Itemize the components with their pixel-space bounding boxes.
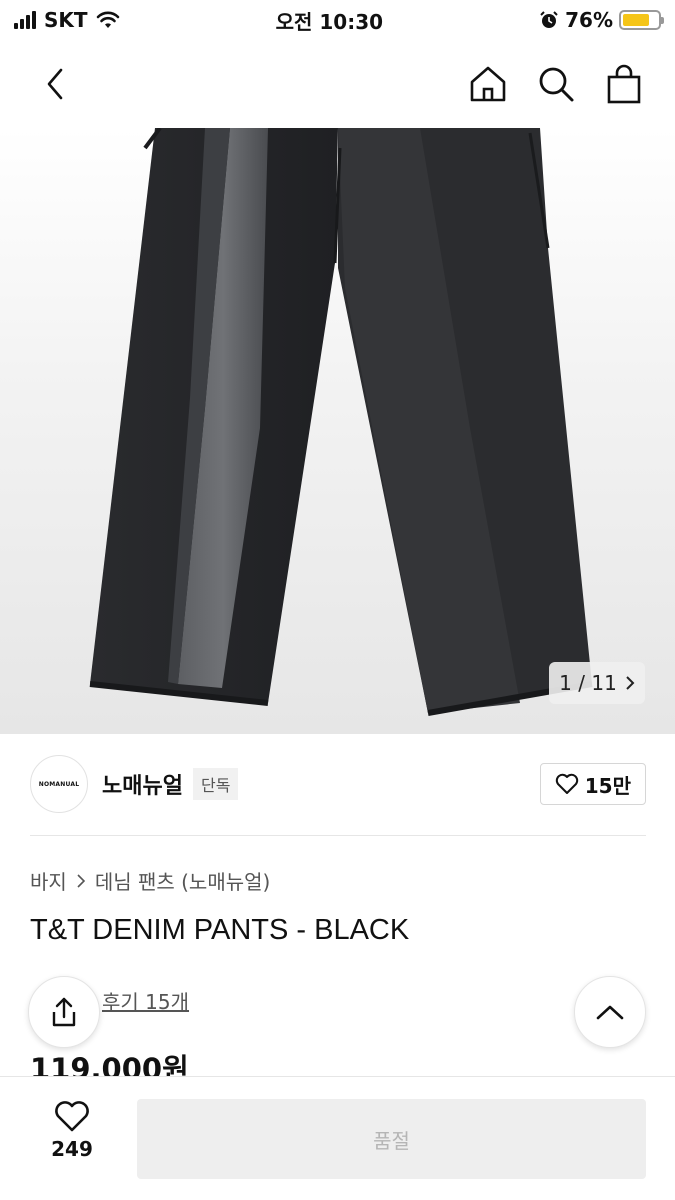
battery-level — [622, 14, 649, 26]
wifi-icon — [96, 11, 119, 28]
nav-actions — [467, 63, 645, 105]
brand-like-button[interactable]: 15만 — [539, 763, 646, 805]
carrier-label: SKT — [44, 8, 88, 32]
home-button[interactable] — [467, 63, 509, 105]
brand-name[interactable]: 노매뉴얼 — [102, 768, 183, 800]
scroll-top-button[interactable] — [574, 976, 646, 1048]
review-link[interactable]: 후기 15개 — [102, 986, 189, 1015]
breadcrumb-subcategory[interactable]: 데님 팬츠 (노매뉴얼) — [95, 866, 271, 895]
search-button[interactable] — [535, 63, 577, 105]
product-image-gallery[interactable]: 1 / 11 — [0, 128, 675, 734]
exclusive-badge: 단독 — [192, 768, 239, 800]
battery-percent: 76% — [565, 8, 613, 32]
breadcrumb-category[interactable]: 바지 — [30, 866, 67, 895]
image-index: 1 / 11 — [559, 671, 617, 695]
status-left: SKT — [14, 8, 120, 32]
battery-icon — [618, 10, 664, 30]
top-nav — [0, 40, 675, 128]
back-arrow-icon — [47, 68, 63, 100]
home-icon — [470, 66, 506, 102]
chevron-right-icon — [626, 676, 635, 690]
wishlist-button[interactable]: 249 — [36, 1099, 108, 1161]
share-icon — [52, 997, 76, 1027]
product-image — [89, 128, 593, 716]
chevron-up-icon — [596, 1005, 624, 1020]
breadcrumb: 바지 데님 팬츠 (노매뉴얼) — [30, 866, 270, 895]
cart-button[interactable] — [603, 63, 645, 105]
heart-icon — [555, 773, 578, 794]
chevron-right-icon — [77, 873, 85, 888]
status-right: 76% — [539, 8, 664, 32]
brand-row: NOMANUAL 노매뉴얼 단독 15만 — [30, 754, 646, 814]
shopping-bag-icon — [607, 64, 641, 104]
sold-out-button[interactable]: 품절 — [137, 1099, 646, 1179]
share-button[interactable] — [28, 976, 100, 1048]
search-icon — [539, 67, 574, 102]
brand-like-count: 15만 — [584, 773, 631, 798]
wishlist-count: 249 — [51, 1137, 93, 1161]
divider — [30, 835, 646, 836]
back-button[interactable] — [34, 63, 76, 105]
clock-label: 오전 10:30 — [275, 9, 384, 34]
heart-icon — [55, 1101, 89, 1132]
product-title: T&T DENIM PANTS - BLACK — [30, 914, 410, 946]
signal-icon — [14, 11, 36, 29]
brand-logo-text: NOMANUAL — [38, 780, 80, 788]
bottom-action-bar: 249 품절 — [0, 1076, 675, 1200]
image-counter[interactable]: 1 / 11 — [549, 662, 645, 704]
brand-logo[interactable]: NOMANUAL — [30, 755, 88, 813]
status-bar: SKT 오전 10:30 76% — [0, 0, 675, 40]
alarm-icon — [540, 11, 558, 28]
